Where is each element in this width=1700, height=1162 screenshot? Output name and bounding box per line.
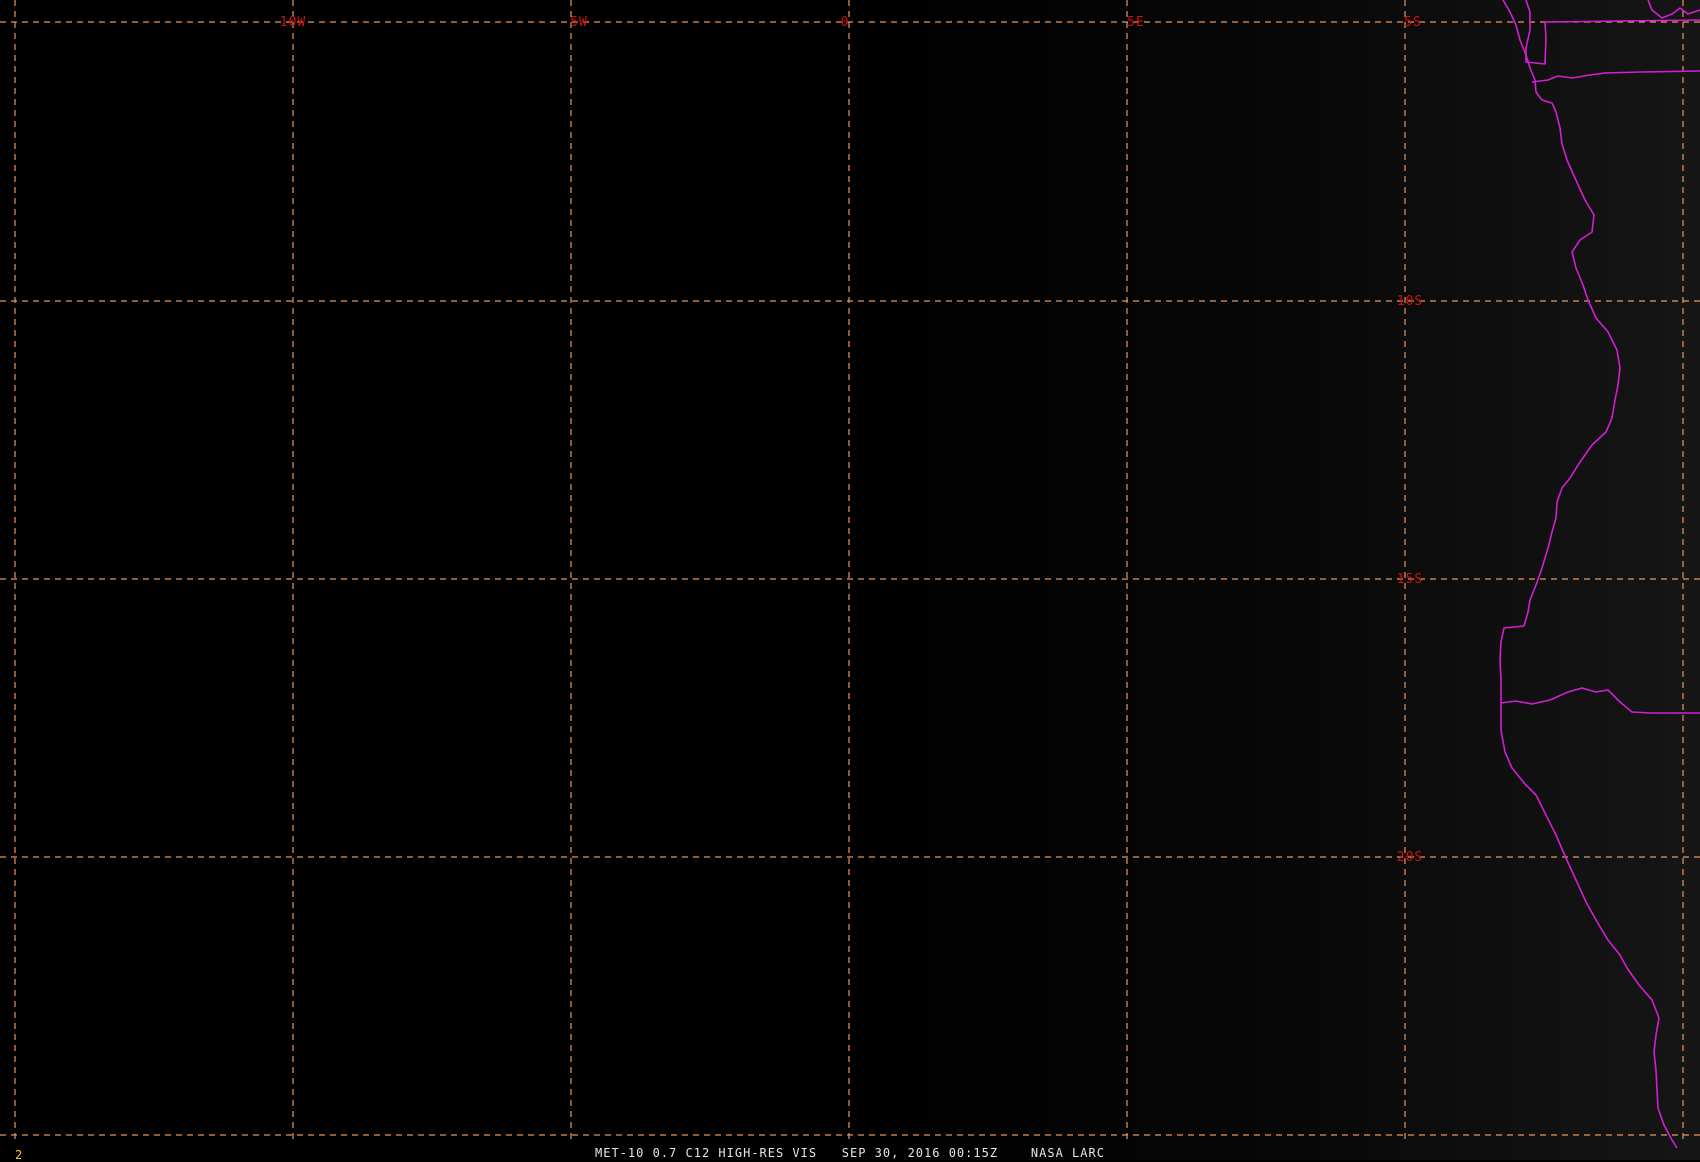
lon-label-0: 0 bbox=[841, 15, 850, 30]
lon-label-10w: 10W bbox=[280, 15, 306, 30]
lat-label-5s: 5S bbox=[1404, 15, 1422, 30]
lat-label-15s: 15S bbox=[1397, 572, 1423, 587]
map-background bbox=[0, 0, 1700, 1160]
lon-label-5w: 5W bbox=[570, 15, 588, 30]
satellite-map: 10W 5W 0 5E 5S 10S 15S 20S bbox=[0, 0, 1700, 1160]
image-caption: MET-10 0.7 C12 HIGH-RES VIS SEP 30, 2016… bbox=[595, 1146, 1105, 1160]
lat-label-10s: 10S bbox=[1397, 294, 1423, 309]
lon-label-5e: 5E bbox=[1127, 15, 1145, 30]
lat-label-20s: 20S bbox=[1397, 850, 1423, 865]
